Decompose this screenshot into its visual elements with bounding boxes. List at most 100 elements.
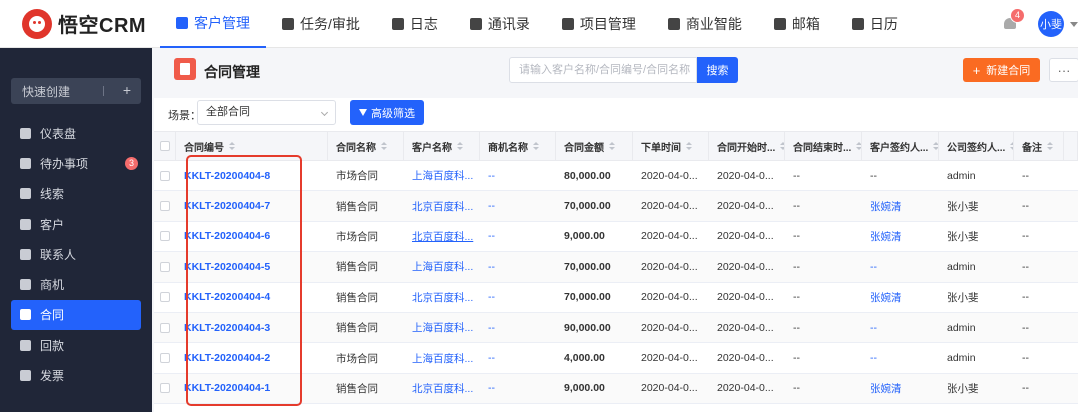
sidebar-item-8[interactable]: 发票 — [0, 360, 152, 390]
select-all-checkbox-cell[interactable] — [154, 132, 176, 160]
nav-item-6[interactable]: 邮箱 — [758, 0, 836, 48]
cell-code[interactable]: KKLT-20200404-8 — [176, 161, 328, 190]
cell-customer-signer[interactable]: 张婉清 — [862, 191, 939, 220]
sort-icon[interactable] — [780, 142, 784, 150]
cell-customer[interactable]: 上海百度科... — [404, 343, 480, 372]
sidebar-item-5[interactable]: 商机 — [0, 269, 152, 299]
search-button[interactable]: 搜索 — [697, 57, 738, 83]
cell-code[interactable]: KKLT-20200404-7 — [176, 191, 328, 220]
cell-customer-signer[interactable]: 张婉清 — [862, 374, 939, 403]
app-logo[interactable]: 悟空CRM — [0, 0, 160, 48]
row-checkbox-cell[interactable] — [154, 161, 176, 190]
table-row[interactable]: KKLT-20200404-3 销售合同 上海百度科... -- 90,000.00 20… — [154, 312, 1078, 344]
row-checkbox-cell[interactable] — [154, 191, 176, 220]
app-logo-text: 悟空CRM — [58, 15, 147, 37]
sort-icon[interactable] — [1010, 142, 1013, 150]
sort-icon[interactable] — [381, 142, 387, 150]
row-checkbox-cell[interactable] — [154, 374, 176, 403]
sort-icon[interactable] — [229, 142, 235, 150]
advanced-filter-button[interactable]: 高级筛选 — [350, 100, 424, 125]
cell-customer[interactable]: 上海百度科... — [404, 161, 480, 190]
sidebar-item-2[interactable]: 线索 — [0, 179, 152, 209]
column-header-1[interactable]: 合同名称 — [328, 132, 404, 160]
table-row[interactable]: KKLT-20200404-8 市场合同 上海百度科... -- 80,000.00 20… — [154, 161, 1078, 192]
user-menu-caret-icon[interactable] — [1070, 21, 1078, 27]
nav-item-5[interactable]: 商业智能 — [652, 0, 758, 48]
select-all-checkbox[interactable] — [159, 141, 170, 151]
table-row[interactable]: KKLT-20200404-5 销售合同 上海百度科... -- 70,000.00 20… — [154, 252, 1078, 283]
cell-customer[interactable]: 上海百度科... — [404, 313, 480, 342]
cell-code[interactable]: KKLT-20200404-4 — [176, 283, 328, 312]
contract-table: 合同编号 合同名称 客户名称 商机名称 合同金额 下单时间 合同开始时... 合同结束时...… — [154, 131, 1078, 405]
cell-customer[interactable]: 北京百度科... — [404, 222, 480, 251]
cell-customer[interactable]: 北京百度科... — [404, 374, 480, 403]
quick-create-button[interactable]: 快速创建 + — [11, 78, 141, 104]
sort-icon[interactable] — [533, 142, 539, 150]
sort-icon[interactable] — [1047, 142, 1053, 150]
sidebar-item-7[interactable]: 回款 — [0, 330, 152, 360]
column-header-10[interactable]: 备注 — [1014, 132, 1064, 160]
column-header-7[interactable]: 合同结束时... — [785, 132, 862, 160]
user-avatar[interactable]: 小斐 — [1038, 11, 1064, 37]
row-checkbox[interactable] — [160, 201, 170, 212]
table-row[interactable]: KKLT-20200404-1 销售合同 北京百度科... -- 9,000.00 202… — [154, 373, 1078, 405]
sidebar-item-1[interactable]: 待办事项 3 — [0, 148, 152, 178]
row-checkbox[interactable] — [160, 170, 170, 181]
row-checkbox[interactable] — [160, 322, 170, 333]
row-checkbox[interactable] — [160, 383, 170, 394]
sort-icon[interactable] — [457, 142, 463, 150]
row-checkbox-cell[interactable] — [154, 252, 176, 281]
cell-code[interactable]: KKLT-20200404-1 — [176, 374, 328, 403]
table-row[interactable]: KKLT-20200404-6 市场合同 北京百度科... -- 9,000.00 202… — [154, 222, 1078, 253]
table-row[interactable]: KKLT-20200404-4 销售合同 北京百度科... -- 70,000.00 20… — [154, 283, 1078, 313]
column-header-6[interactable]: 合同开始时... — [709, 132, 785, 160]
sidebar-item-3[interactable]: 客户 — [0, 209, 152, 239]
sidebar-item-4[interactable]: 联系人 — [0, 239, 152, 269]
sidebar-item-6[interactable]: 合同 — [11, 299, 141, 331]
sidebar-item-0[interactable]: 仪表盘 — [0, 118, 152, 148]
row-checkbox-cell[interactable] — [154, 222, 176, 251]
nav-item-3[interactable]: 通讯录 — [454, 0, 546, 48]
sort-icon[interactable] — [609, 142, 615, 150]
table-row[interactable]: KKLT-20200404-7 销售合同 北京百度科... -- 70,000.00 20… — [154, 191, 1078, 222]
sort-icon[interactable] — [933, 142, 938, 150]
sort-icon[interactable] — [686, 142, 692, 150]
more-actions-button[interactable]: ··· — [1049, 58, 1078, 82]
cell-code[interactable]: KKLT-20200404-6 — [176, 222, 328, 251]
cell-customer[interactable]: 北京百度科... — [404, 283, 480, 312]
row-checkbox-cell[interactable] — [154, 283, 176, 312]
scene-select[interactable]: 全部合同 — [197, 100, 336, 125]
nav-item-2[interactable]: 日志 — [376, 0, 454, 48]
nav-item-1[interactable]: 任务/审批 — [266, 0, 376, 48]
row-checkbox[interactable] — [160, 261, 170, 272]
cell-customer[interactable]: 上海百度科... — [404, 252, 480, 281]
row-checkbox[interactable] — [160, 231, 170, 242]
filter-bar: 场景： 全部合同 高级筛选 — [154, 98, 1078, 130]
cell-code[interactable]: KKLT-20200404-3 — [176, 313, 328, 342]
nav-item-0[interactable]: 客户管理 — [160, 0, 266, 48]
cell-customer[interactable]: 北京百度科... — [404, 191, 480, 220]
new-contract-button[interactable]: + 新建合同 — [963, 58, 1040, 82]
column-header-8[interactable]: 客户签约人... — [862, 132, 939, 160]
nav-item-7[interactable]: 日历 — [836, 0, 914, 48]
row-checkbox-cell[interactable] — [154, 343, 176, 372]
cell-code[interactable]: KKLT-20200404-2 — [176, 343, 328, 372]
sidebar-item-label: 商机 — [40, 278, 65, 293]
row-checkbox-cell[interactable] — [154, 313, 176, 342]
column-header-5[interactable]: 下单时间 — [633, 132, 709, 160]
sort-icon[interactable] — [856, 142, 861, 150]
notification-bell-icon[interactable]: 4 — [1002, 8, 1026, 32]
row-checkbox[interactable] — [160, 353, 170, 364]
table-row[interactable]: KKLT-20200404-2 市场合同 上海百度科... -- 4,000.00 202… — [154, 343, 1078, 374]
column-header-2[interactable]: 客户名称 — [404, 132, 480, 160]
column-header-0[interactable]: 合同编号 — [176, 132, 328, 160]
cell-customer-signer[interactable]: 张婉清 — [862, 283, 939, 312]
cell-customer-signer[interactable]: 张婉清 — [862, 222, 939, 251]
cell-code[interactable]: KKLT-20200404-5 — [176, 252, 328, 281]
column-header-3[interactable]: 商机名称 — [480, 132, 556, 160]
nav-item-4[interactable]: 项目管理 — [546, 0, 652, 48]
column-header-4[interactable]: 合同金额 — [556, 132, 633, 160]
column-header-9[interactable]: 公司签约人... — [939, 132, 1014, 160]
search-input[interactable]: 请输入客户名称/合同编号/合同名称 — [509, 57, 697, 83]
row-checkbox[interactable] — [160, 292, 170, 303]
